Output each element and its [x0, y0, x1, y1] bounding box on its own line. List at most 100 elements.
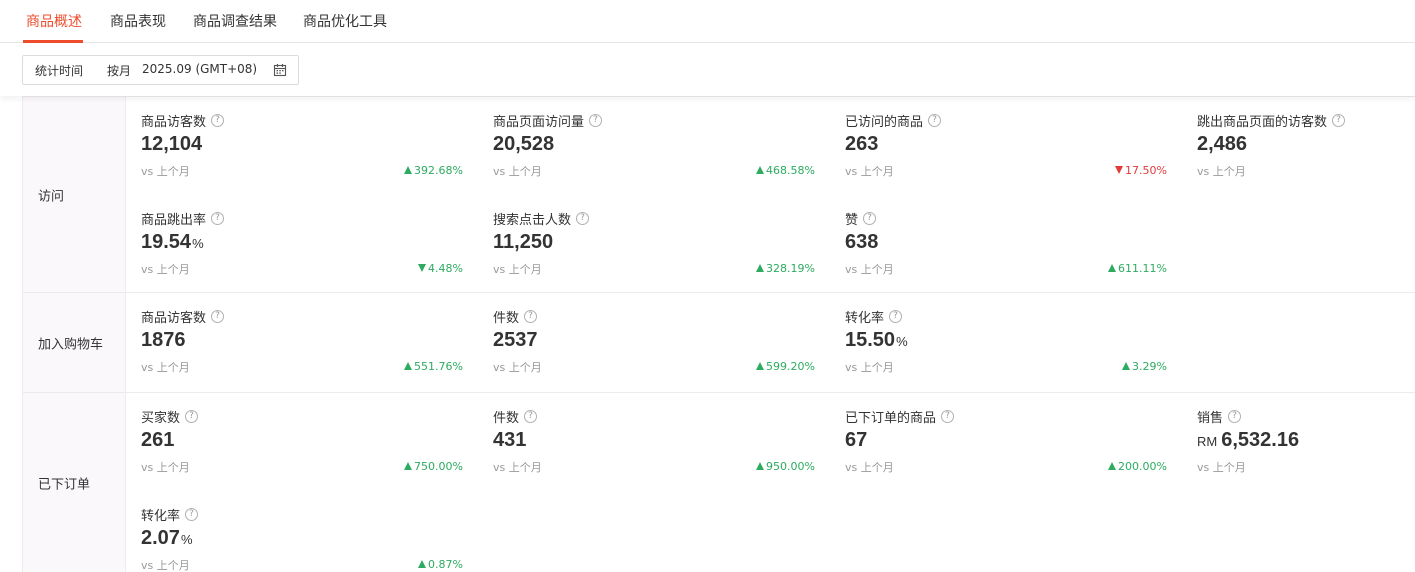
metric-change: 328.19%	[756, 262, 815, 275]
metric-title: 已下订单的商品	[845, 411, 937, 426]
help-icon[interactable]: ?	[928, 114, 942, 127]
metric-change: 551.76%	[404, 360, 463, 373]
metric-title: 商品访客数	[141, 115, 207, 130]
triangle-up-icon	[1122, 362, 1131, 370]
metric-value: RM 6,532.16	[1197, 429, 1300, 451]
compare-label: vs 上个月	[493, 165, 542, 178]
triangle-up-icon	[756, 166, 765, 174]
section-label: 访问	[22, 97, 126, 292]
metric-title: 买家数	[141, 411, 181, 426]
metric-title: 赞	[845, 213, 859, 228]
metric-card: 已访问的商品? 263 vs 上个月 17.50%	[845, 111, 1167, 191]
metric-value: 1876	[141, 329, 186, 351]
tab-bar: 商品概述 商品表现 商品调查结果 商品优化工具	[0, 0, 1415, 43]
help-icon[interactable]: ?	[1228, 410, 1242, 423]
help-icon[interactable]: ?	[576, 212, 590, 225]
help-icon[interactable]: ?	[211, 114, 225, 127]
tab-product-optimization-tools[interactable]: 商品优化工具	[303, 11, 387, 31]
tab-product-performance[interactable]: 商品表现	[110, 11, 166, 31]
help-icon[interactable]: ?	[589, 114, 603, 127]
metric-card: 赞? 638 vs 上个月 611.11%	[845, 209, 1167, 289]
compare-label: vs 上个月	[493, 461, 542, 474]
metric-value: 2.07%	[141, 527, 193, 549]
section-orders-placed: 已下订单 买家数? 261 vs 上个月 750.00% 件数? 431 vs …	[22, 392, 1415, 572]
compare-label: vs 上个月	[493, 263, 542, 276]
help-icon[interactable]: ?	[524, 410, 538, 423]
compare-label: vs 上个月	[1197, 461, 1246, 474]
help-icon[interactable]: ?	[185, 410, 199, 423]
section-add-to-cart: 加入购物车 商品访客数? 1876 vs 上个月 551.76% 件数? 253…	[22, 292, 1415, 392]
metric-value: 15.50%	[845, 329, 908, 351]
calendar-icon[interactable]	[273, 63, 287, 77]
tab-product-survey-results[interactable]: 商品调查结果	[193, 11, 277, 31]
help-icon[interactable]: ?	[889, 310, 903, 323]
metric-title: 件数	[493, 311, 520, 326]
metric-title: 商品访客数	[141, 311, 207, 326]
help-icon[interactable]: ?	[185, 508, 199, 521]
compare-label: vs 上个月	[845, 361, 894, 374]
metric-change: 3.29%	[1122, 360, 1167, 373]
compare-label: vs 上个月	[493, 361, 542, 374]
metric-card: 转化率? 2.07% vs 上个月 0.87%	[141, 505, 463, 572]
metrics-content: 访问 商品访客数? 12,104 vs 上个月 392.68% 商品页面访问量?…	[0, 96, 1415, 572]
triangle-up-icon	[756, 264, 765, 272]
compare-label: vs 上个月	[141, 165, 190, 178]
triangle-down-icon	[418, 264, 427, 272]
triangle-up-icon	[756, 362, 765, 370]
metric-value: 2,486	[1197, 133, 1248, 155]
help-icon[interactable]: ?	[211, 310, 225, 323]
filter-bar: 统计时间 按月 2025.09 (GMT+08)	[0, 43, 1415, 96]
triangle-up-icon	[1108, 264, 1117, 272]
metric-card: 商品访客数? 12,104 vs 上个月 392.68%	[141, 111, 463, 191]
metric-card: 搜索点击人数? 11,250 vs 上个月 328.19%	[493, 209, 815, 289]
tab-product-overview[interactable]: 商品概述	[26, 11, 82, 31]
metric-value: 11,250	[493, 231, 554, 253]
date-picker-label: 统计时间	[35, 64, 84, 78]
metric-title: 跳出商品页面的访客数	[1197, 115, 1328, 130]
date-picker-mode: 按月	[107, 64, 132, 78]
metric-card: 跳出商品页面的访客数? 2,486 vs 上个月	[1197, 111, 1397, 191]
metric-card: 件数? 431 vs 上个月 950.00%	[493, 407, 815, 487]
metric-value: 20,528	[493, 133, 555, 155]
metric-change: 950.00%	[756, 460, 815, 473]
metric-change: 4.48%	[418, 262, 463, 275]
metric-value: 19.54%	[141, 231, 204, 253]
metric-card: 件数? 2537 vs 上个月 599.20%	[493, 307, 815, 387]
metric-value: 2537	[493, 329, 538, 351]
help-icon[interactable]: ?	[941, 410, 955, 423]
date-range-picker[interactable]: 统计时间 按月 2025.09 (GMT+08)	[22, 55, 299, 85]
help-icon[interactable]: ?	[863, 212, 877, 225]
triangle-up-icon	[404, 166, 413, 174]
metric-card: 买家数? 261 vs 上个月 750.00%	[141, 407, 463, 487]
metric-change: 750.00%	[404, 460, 463, 473]
metric-change: 392.68%	[404, 164, 463, 177]
section-label: 已下订单	[22, 393, 126, 572]
compare-label: vs 上个月	[141, 361, 190, 374]
help-icon[interactable]: ?	[1332, 114, 1346, 127]
metric-title: 已访问的商品	[845, 115, 924, 130]
metric-value: 431	[493, 429, 527, 451]
metric-card: 转化率? 15.50% vs 上个月 3.29%	[845, 307, 1167, 387]
compare-label: vs 上个月	[1197, 165, 1246, 178]
metric-title: 件数	[493, 411, 520, 426]
metric-value: 638	[845, 231, 879, 253]
metric-value: 263	[845, 133, 879, 155]
help-icon[interactable]: ?	[524, 310, 538, 323]
compare-label: vs 上个月	[845, 263, 894, 276]
help-icon[interactable]: ?	[211, 212, 225, 225]
metric-card: 商品跳出率? 19.54% vs 上个月 4.48%	[141, 209, 463, 289]
triangle-up-icon	[1108, 462, 1117, 470]
date-picker-value: 2025.09 (GMT+08)	[142, 62, 258, 76]
compare-label: vs 上个月	[141, 461, 190, 474]
metric-title: 销售	[1197, 411, 1224, 426]
triangle-up-icon	[418, 560, 427, 568]
metric-change: 0.87%	[418, 558, 463, 571]
compare-label: vs 上个月	[141, 559, 190, 572]
metric-change: 200.00%	[1108, 460, 1167, 473]
metric-change: 17.50%	[1115, 164, 1167, 177]
metric-change: 611.11%	[1108, 262, 1167, 275]
metric-title: 商品跳出率	[141, 213, 207, 228]
triangle-up-icon	[756, 462, 765, 470]
metric-card: 销售? RM 6,532.16 vs 上个月	[1197, 407, 1397, 487]
compare-label: vs 上个月	[845, 461, 894, 474]
